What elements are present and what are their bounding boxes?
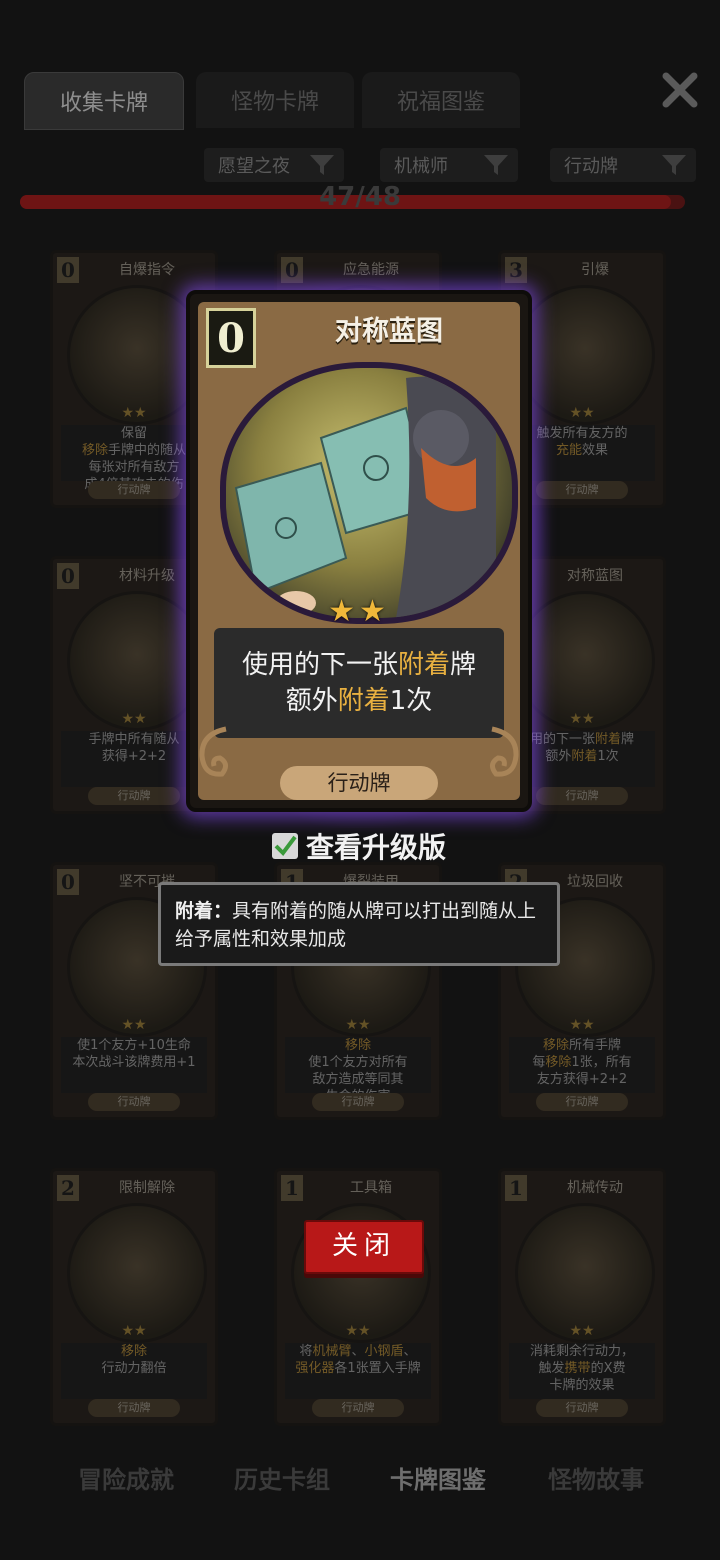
card-cost: 0 bbox=[206, 308, 256, 368]
card-stars: ★★ bbox=[121, 1017, 147, 1033]
card-type: 行动牌 bbox=[312, 1093, 404, 1111]
card-cost: 0 bbox=[57, 563, 79, 589]
card-description-line-2: 额外附着1次 bbox=[285, 686, 433, 716]
card-art bbox=[220, 362, 518, 624]
close-button[interactable]: 关闭 bbox=[304, 1220, 424, 1274]
card-type: 行动牌 bbox=[88, 787, 180, 805]
card-stars: ★★ bbox=[345, 1017, 371, 1033]
card-cost: 1 bbox=[281, 1175, 303, 1201]
card-stars: ★★ bbox=[569, 1017, 595, 1033]
card-stars: ★★ bbox=[121, 1323, 147, 1339]
collection-card[interactable]: 2 限制解除 ★★ 移除 行动力翻倍 行动牌 bbox=[50, 1168, 218, 1426]
ornament-left-icon bbox=[199, 726, 228, 777]
card-cost: 0 bbox=[57, 257, 79, 283]
card-name: 对称蓝图 bbox=[335, 316, 443, 347]
close-icon[interactable] bbox=[660, 70, 700, 110]
view-upgraded-toggle[interactable]: 查看升级版 bbox=[272, 826, 446, 866]
tab-label: 收集卡牌 bbox=[59, 91, 148, 116]
filter-label: 愿望之夜 bbox=[218, 156, 290, 177]
filter-action-card[interactable]: 行动牌 bbox=[550, 148, 696, 182]
checkbox[interactable] bbox=[272, 833, 298, 859]
tooltip-term: 附着： bbox=[175, 900, 233, 922]
card-description-line-1: 使用的下一张附着牌 bbox=[241, 650, 477, 680]
filter-label: 行动牌 bbox=[564, 156, 618, 177]
card-stars: ★★ bbox=[569, 1323, 595, 1339]
card-name: 工具箱 bbox=[350, 1180, 392, 1196]
filter-night-of-wishes[interactable]: 愿望之夜 bbox=[204, 148, 344, 182]
card-type: 行动牌 bbox=[88, 481, 180, 499]
card-art bbox=[67, 1203, 207, 1343]
card-name: 机械传动 bbox=[567, 1180, 623, 1196]
collection-card[interactable]: 1 工具箱 ★★ 将机械臂、小钢盾、 强化器各1张置入手牌 行动牌 bbox=[274, 1168, 442, 1426]
keyword-attach[interactable]: 附着 bbox=[398, 650, 450, 680]
tab-blessing-gallery[interactable]: 祝福图鉴 bbox=[362, 72, 520, 128]
tab-label: 怪物卡牌 bbox=[230, 90, 319, 115]
featured-card: 0 对称蓝图 ★★ 使用的下一张附着牌 额外附着1次 行动牌 bbox=[186, 290, 532, 812]
nav-monster-stories[interactable]: 怪物故事 bbox=[548, 1460, 644, 1495]
filter-label: 机械师 bbox=[394, 156, 448, 177]
card-type: 行动牌 bbox=[536, 1399, 628, 1417]
card-name: 自爆指令 bbox=[119, 262, 175, 278]
tab-label: 祝福图鉴 bbox=[396, 90, 485, 115]
card-cost: 0 bbox=[57, 869, 79, 895]
card-description: 移除 行动力翻倍 bbox=[61, 1343, 207, 1399]
card-description: 使用的下一张附着牌 额外附着1次 bbox=[214, 628, 504, 738]
checkmark-icon bbox=[274, 835, 297, 857]
ornament-right-icon bbox=[490, 726, 519, 777]
card-description: 将机械臂、小钢盾、 强化器各1张置入手牌 bbox=[285, 1343, 431, 1399]
card-description: 消耗剩余行动力， 触发携带的X费 卡牌的效果 bbox=[509, 1343, 655, 1399]
filter-mechanic[interactable]: 机械师 bbox=[380, 148, 518, 182]
collection-card[interactable]: 1 机械传动 ★★ 消耗剩余行动力， 触发携带的X费 卡牌的效果 行动牌 bbox=[498, 1168, 666, 1426]
collection-progress-text: 47/48 bbox=[319, 182, 401, 212]
nav-deck-history[interactable]: 历史卡组 bbox=[234, 1460, 330, 1495]
filter-icon bbox=[662, 155, 686, 175]
blueprint-illustration bbox=[234, 376, 496, 618]
nav-card-gallery[interactable]: 卡牌图鉴 bbox=[390, 1460, 486, 1495]
card-type: 行动牌 bbox=[312, 1399, 404, 1417]
card-description: 移除所有手牌 每移除1张，所有 友方获得+2+2 bbox=[509, 1037, 655, 1093]
keyword-tooltip: 附着：具有附着的随从牌可以打出到随从上给予属性和效果加成 bbox=[158, 882, 560, 966]
card-cost: 2 bbox=[57, 1175, 79, 1201]
card-description: 使1个友方+10生命 本次战斗该牌费用+1 bbox=[61, 1037, 207, 1093]
card-stars: ★★ bbox=[345, 1323, 371, 1339]
filter-icon bbox=[310, 155, 334, 175]
card-type: 行动牌 bbox=[88, 1399, 180, 1417]
keyword-attach[interactable]: 附着 bbox=[338, 686, 390, 716]
card-stars: ★★ bbox=[328, 594, 390, 629]
card-cost: 1 bbox=[505, 1175, 527, 1201]
card-type: 行动牌 bbox=[88, 1093, 180, 1111]
tab-monster-cards[interactable]: 怪物卡牌 bbox=[196, 72, 354, 128]
card-name: 限制解除 bbox=[119, 1180, 175, 1196]
card-type: 行动牌 bbox=[536, 1093, 628, 1111]
card-art bbox=[515, 1203, 655, 1343]
card-name: 应急能源 bbox=[343, 262, 399, 278]
card-description: 移除使1个友方对所有敌方造成等同其生命的伤害 bbox=[285, 1037, 431, 1104]
filter-icon bbox=[484, 155, 508, 175]
card-name: 引爆 bbox=[581, 262, 609, 278]
checkbox-label: 查看升级版 bbox=[306, 831, 447, 864]
card-name: 对称蓝图 bbox=[567, 568, 623, 584]
nav-adventure-achievements[interactable]: 冒险成就 bbox=[78, 1460, 174, 1495]
tab-collect-cards[interactable]: 收集卡牌 bbox=[24, 72, 184, 130]
card-type: 行动牌 bbox=[280, 766, 438, 800]
